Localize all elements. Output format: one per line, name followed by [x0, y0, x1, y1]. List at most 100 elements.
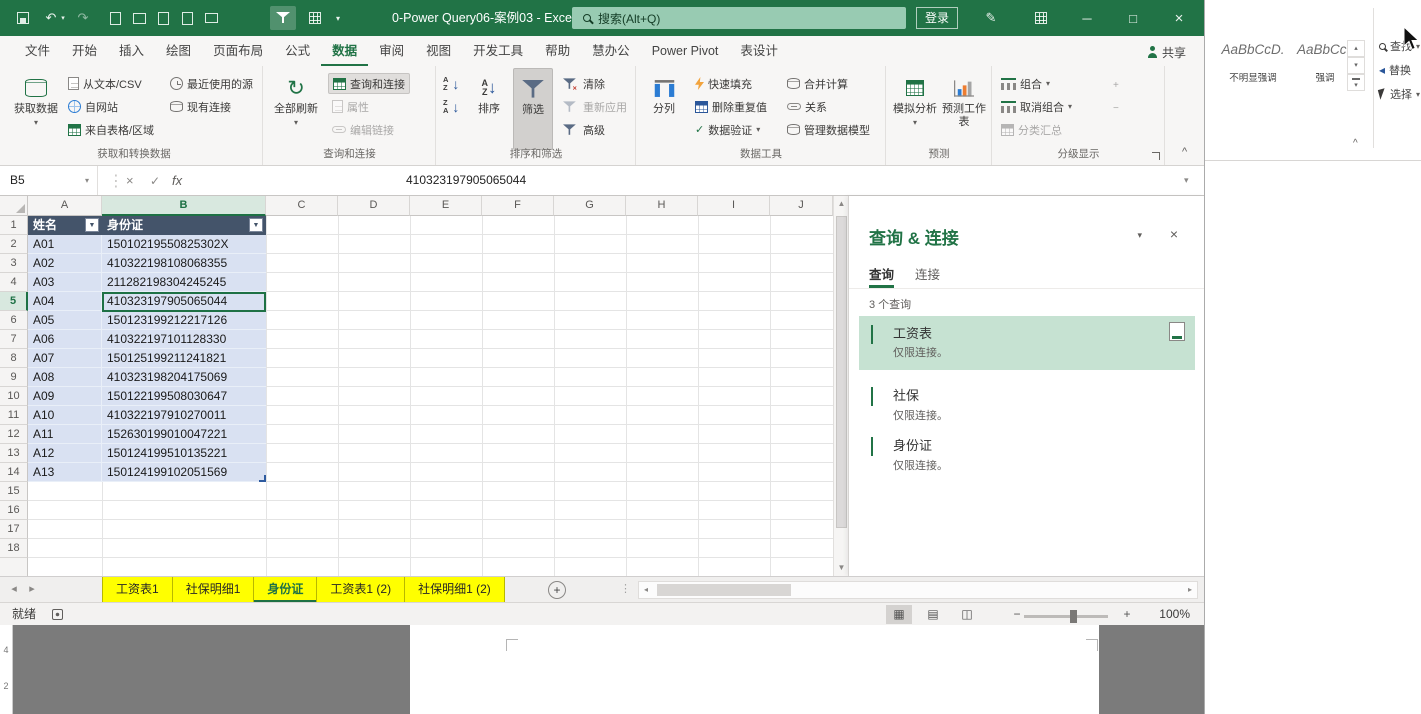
- cell-id[interactable]: 150124199102051569: [102, 463, 266, 482]
- gallery-scroll-up-icon[interactable]: ▴: [1347, 40, 1365, 57]
- cancel-entry-icon[interactable]: ×: [126, 166, 134, 195]
- sort-asc-button[interactable]: AZ ↓: [441, 73, 461, 94]
- from-web-button[interactable]: 自网站: [64, 96, 122, 117]
- show-detail-button[interactable]: +: [1109, 75, 1123, 96]
- horizontal-scrollbar[interactable]: ◂ ▸: [638, 581, 1198, 599]
- replace-button[interactable]: ◂ 替换: [1379, 60, 1411, 80]
- print-preview-icon[interactable]: [176, 7, 198, 29]
- sign-in-button[interactable]: 登录: [916, 7, 959, 29]
- zoom-slider-thumb[interactable]: [1070, 610, 1077, 623]
- scroll-right-icon[interactable]: ▸: [1183, 582, 1197, 598]
- tab-home[interactable]: 开始: [61, 36, 108, 66]
- tab-draw[interactable]: 绘图: [155, 36, 202, 66]
- sheet-nav-right-icon[interactable]: ▸: [24, 577, 40, 602]
- recent-sources-button[interactable]: 最近使用的源: [166, 73, 257, 94]
- cell-name[interactable]: A03: [28, 273, 102, 292]
- cell-name[interactable]: A13: [28, 463, 102, 482]
- row-header[interactable]: 1: [0, 216, 28, 235]
- gallery-expand-icon[interactable]: ▾: [1347, 74, 1365, 91]
- select-all-corner[interactable]: [0, 196, 28, 216]
- gallery-scroll-down-icon[interactable]: ▾: [1347, 57, 1365, 74]
- collapse-ribbon-icon[interactable]: ^: [1353, 138, 1358, 149]
- select-button[interactable]: 选择 ▾: [1377, 84, 1420, 104]
- from-table-range-button[interactable]: 来自表格/区域: [64, 119, 158, 140]
- tab-file[interactable]: 文件: [14, 36, 61, 66]
- table-qat-icon[interactable]: [304, 7, 326, 29]
- share-button[interactable]: 共享: [1147, 40, 1186, 64]
- from-text-csv-button[interactable]: 从文本/CSV: [64, 73, 146, 94]
- maximize-button[interactable]: □: [1122, 7, 1144, 29]
- name-box[interactable]: B5 ▾: [0, 166, 98, 195]
- pane-options-chevron-icon[interactable]: ▾: [1137, 230, 1142, 241]
- row-header[interactable]: 9: [0, 368, 28, 387]
- row-header[interactable]: 13: [0, 444, 28, 463]
- scroll-down-icon[interactable]: ▼: [834, 560, 849, 576]
- what-if-analysis-button[interactable]: 模拟分析▾: [891, 68, 939, 129]
- flash-fill-button[interactable]: 快速填充: [691, 73, 756, 94]
- cell-id[interactable]: 15010219550825302X: [102, 235, 266, 254]
- cell-id[interactable]: 211282198304245245: [102, 273, 266, 292]
- minimize-button[interactable]: ─: [1076, 7, 1098, 29]
- cell-name[interactable]: A07: [28, 349, 102, 368]
- scroll-left-icon[interactable]: ◂: [639, 582, 653, 598]
- formula-value[interactable]: 410323197905065044: [406, 166, 526, 195]
- subtotal-button[interactable]: 分类汇总: [997, 119, 1066, 140]
- qat-customize-chevron-icon[interactable]: ▾: [332, 7, 344, 29]
- row-header[interactable]: 14: [0, 463, 28, 482]
- pane-tab-connections[interactable]: 连接: [915, 262, 940, 288]
- refresh-all-button[interactable]: ↻ 全部刷新▾: [270, 68, 322, 129]
- existing-connections-button[interactable]: 现有连接: [166, 96, 235, 117]
- query-item[interactable]: 身份证 仅限连接。: [859, 430, 1195, 480]
- reapply-button[interactable]: 重新应用: [559, 96, 631, 117]
- tab-splitter-icon[interactable]: ⋮: [620, 582, 631, 595]
- ribbon-display-icon[interactable]: [1030, 7, 1052, 29]
- zoom-level[interactable]: 100%: [1144, 603, 1190, 625]
- style-gallery-item[interactable]: AaBbCcD. 强调: [1297, 42, 1360, 84]
- col-header[interactable]: G: [554, 196, 626, 216]
- text-to-columns-button[interactable]: 分列: [643, 68, 685, 116]
- style-gallery-item[interactable]: AaBbCcD. 不明显强调: [1213, 42, 1293, 84]
- row-header[interactable]: 16: [0, 501, 28, 520]
- search-box[interactable]: 搜索(Alt+Q): [572, 7, 906, 29]
- sort-button[interactable]: A Z ↓ 排序: [469, 68, 509, 116]
- row-header[interactable]: 18: [0, 539, 28, 558]
- zoom-in-icon[interactable]: +: [1114, 605, 1140, 624]
- get-data-button[interactable]: 获取数据▾: [10, 68, 62, 129]
- view-page-break-icon[interactable]: ◫: [954, 605, 980, 624]
- col-header[interactable]: H: [626, 196, 698, 216]
- sheet-tab[interactable]: 工资表1: [102, 577, 173, 602]
- advanced-filter-button[interactable]: 高级: [559, 119, 609, 140]
- cell-id[interactable]: 410322197101128330: [102, 330, 266, 349]
- enter-entry-icon[interactable]: ✓: [150, 166, 160, 195]
- cell-id[interactable]: 150125199211241821: [102, 349, 266, 368]
- table-header-name[interactable]: 姓名 ▼: [28, 216, 102, 235]
- ungroup-button[interactable]: 取消组合 ▾: [997, 96, 1076, 117]
- tab-power-pivot[interactable]: Power Pivot: [641, 36, 730, 66]
- tab-page-layout[interactable]: 页面布局: [202, 36, 274, 66]
- tab-help[interactable]: 帮助: [534, 36, 581, 66]
- cell-name[interactable]: A02: [28, 254, 102, 273]
- view-normal-icon[interactable]: ▦: [886, 605, 912, 624]
- cell-id[interactable]: 150124199510135221: [102, 444, 266, 463]
- col-header[interactable]: J: [770, 196, 833, 216]
- row-header[interactable]: 17: [0, 520, 28, 539]
- email-icon[interactable]: [200, 7, 222, 29]
- filter-dropdown-icon[interactable]: ▼: [249, 218, 263, 232]
- close-button[interactable]: ×: [1168, 7, 1190, 29]
- row-header[interactable]: [0, 558, 28, 576]
- cell-id[interactable]: 410322197910270011: [102, 406, 266, 425]
- save-icon[interactable]: [12, 7, 34, 29]
- sheet-tab[interactable]: 工资表1 (2): [317, 577, 406, 602]
- cell-name[interactable]: A06: [28, 330, 102, 349]
- col-header[interactable]: B: [102, 196, 266, 216]
- col-header[interactable]: A: [28, 196, 102, 216]
- new-sheet-button[interactable]: +: [548, 581, 566, 599]
- macro-record-icon[interactable]: [52, 609, 63, 620]
- horizontal-scrollbar-thumb[interactable]: [657, 584, 791, 596]
- filter-toggle-qat-icon[interactable]: [270, 6, 296, 30]
- row-header[interactable]: 2: [0, 235, 28, 254]
- pane-tab-queries[interactable]: 查询: [869, 262, 895, 288]
- vertical-scrollbar-thumb[interactable]: [836, 216, 847, 528]
- cell-id[interactable]: 410322198108068355: [102, 254, 266, 273]
- theme-brush-icon[interactable]: ✎: [980, 7, 1002, 29]
